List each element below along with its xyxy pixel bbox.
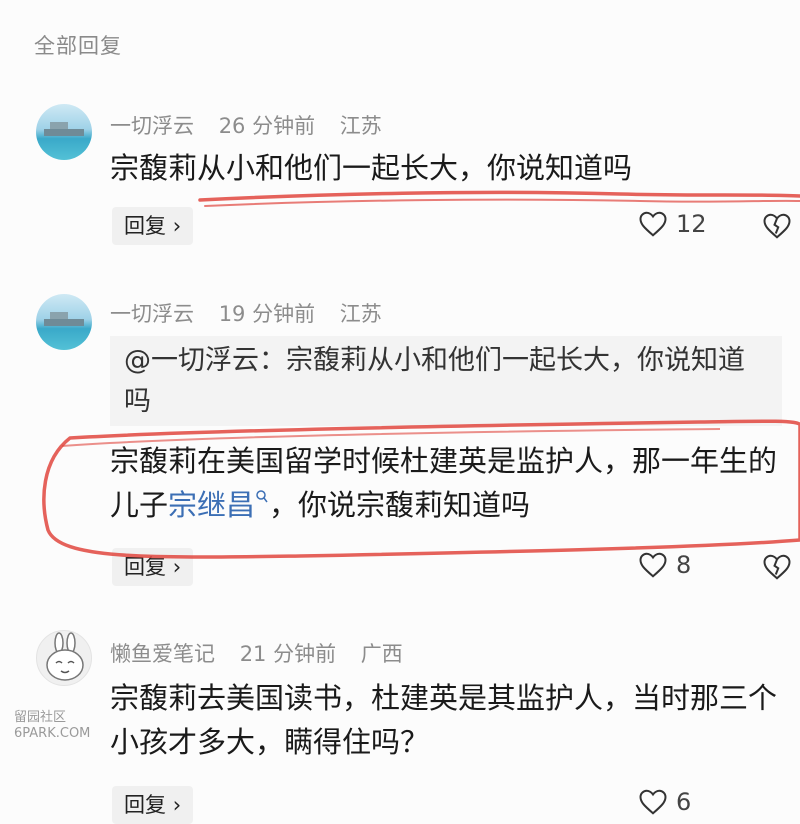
heart-icon [639,789,667,815]
username[interactable]: 懒鱼爱笔记 [110,642,215,666]
avatar[interactable] [36,630,92,686]
comment-meta: 一切浮云 19 分钟前 江苏 [110,298,400,328]
avatar[interactable] [36,104,92,160]
dislike-button[interactable] [762,553,792,585]
reply-label: 回复 [124,214,166,238]
like-button[interactable]: 6 [638,788,691,816]
comment-text: 宗馥莉在美国留学时候杜建英是监护人，那一年生的儿子宗继昌 ，你说宗馥莉知道吗 [110,439,780,527]
avatar[interactable] [36,294,92,350]
location: 江苏 [339,302,382,326]
reply-label: 回复 [124,793,166,817]
like-button[interactable]: 12 [638,210,707,238]
like-button[interactable]: 8 [638,551,691,579]
broken-heart-icon [763,213,791,239]
search-icon [256,490,268,503]
timestamp: 21 分钟前 [239,642,337,666]
dislike-button[interactable] [762,212,792,244]
location: 广西 [360,642,403,666]
reply-button[interactable]: 回复 › [112,207,194,245]
comment-text: 宗馥莉从小和他们一起长大，你说知道吗 [110,151,633,185]
bunny-icon [46,632,84,681]
topic-link[interactable]: 宗继昌 [168,488,269,522]
comment-text: 宗馥莉去美国读书，杜建英是其监护人，当时那三个小孩才多大，瞒得住吗？ [110,681,778,759]
reply-label: 回复 [124,555,166,579]
username[interactable]: 一切浮云 [110,302,194,326]
reply-button[interactable]: 回复 › [112,786,194,824]
like-count: 6 [676,788,692,816]
like-count: 12 [676,210,707,238]
like-count: 8 [676,551,692,579]
topic-link-label: 宗继昌 [168,488,256,522]
chevron-right-icon: › [172,555,182,579]
username[interactable]: 一切浮云 [110,114,194,138]
chevron-right-icon: › [172,214,182,238]
comment-meta: 懒鱼爱笔记 21 分钟前 广西 [110,638,421,668]
heart-icon [639,552,667,578]
chevron-right-icon: › [172,793,182,817]
broken-heart-icon [763,554,791,580]
heart-icon [639,211,667,237]
watermark-line2: 6PARK.COM [14,726,91,741]
comment-meta: 一切浮云 26 分钟前 江苏 [110,110,400,140]
all-replies-title: 全部回复 [34,34,122,58]
comment-text-part2: ，你说宗馥莉知道吗 [269,488,531,522]
quoted-reply[interactable]: @一切浮云：宗馥莉从小和他们一起长大，你说知道吗 [110,336,782,426]
reply-button[interactable]: 回复 › [112,548,194,586]
location: 江苏 [339,114,382,138]
timestamp: 26 分钟前 [218,114,316,138]
watermark: 留园社区 6PARK.COM [14,710,90,742]
timestamp: 19 分钟前 [218,302,316,326]
watermark-line1: 留园社区 [14,710,67,725]
